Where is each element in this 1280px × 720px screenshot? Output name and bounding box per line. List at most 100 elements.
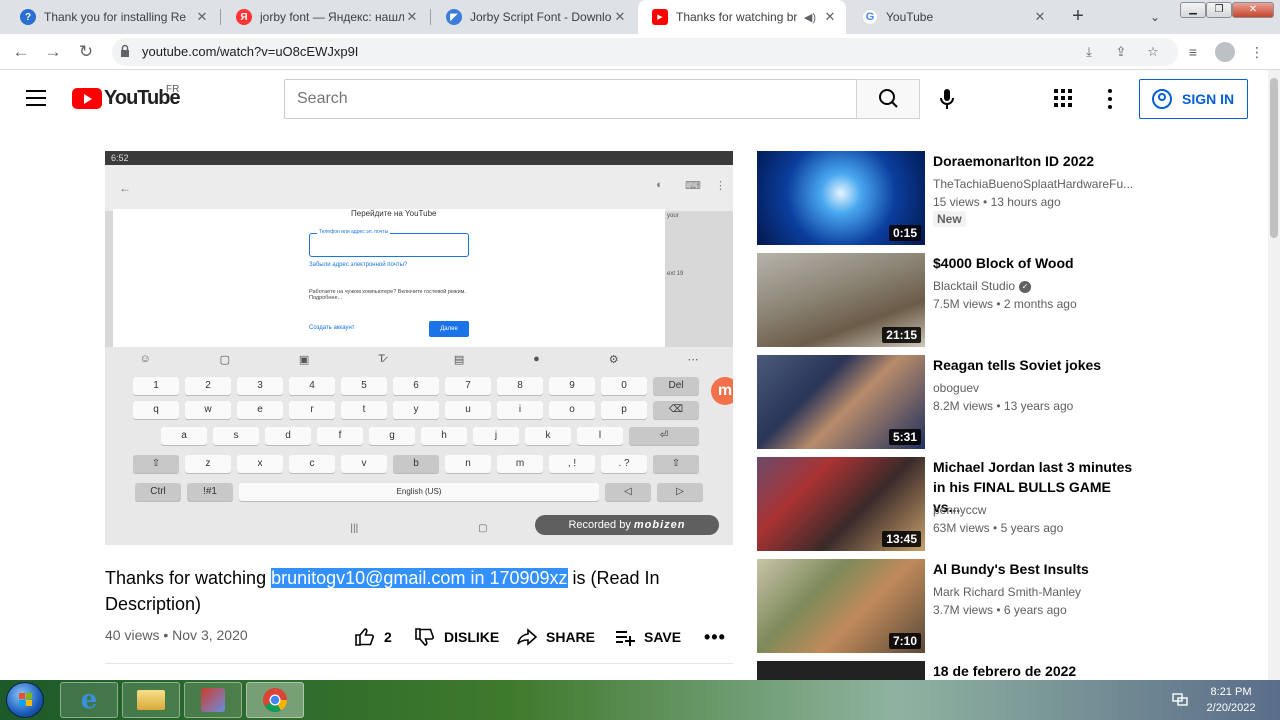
page-scrollbar[interactable] — [1268, 70, 1280, 680]
related-video[interactable]: 0:15 Doraemonarlton ID 2022 TheTachiaBue… — [757, 151, 1137, 245]
related-title[interactable]: $4000 Block of Wood — [933, 253, 1133, 273]
share-button[interactable]: SHARE — [516, 624, 595, 650]
channel-name[interactable]: pennyccw — [933, 503, 1133, 517]
sign-in-button[interactable]: SIGN IN — [1139, 79, 1248, 119]
speaker-icon[interactable]: ◀) — [804, 11, 816, 24]
phone-keyboard-icon: ⌨ — [685, 180, 701, 192]
keyboard-key: 4 — [289, 377, 335, 395]
profile-avatar-icon[interactable] — [1215, 42, 1235, 62]
channel-text: Blacktail Studio — [933, 279, 1016, 293]
like-button[interactable]: 2 — [354, 624, 392, 650]
keyboard-key: a — [161, 427, 207, 445]
taskbar-media-app[interactable] — [184, 682, 242, 718]
related-title[interactable]: Doraemonarlton ID 2022 — [933, 151, 1133, 171]
reload-icon[interactable]: ↻ — [74, 40, 98, 64]
share-page-icon[interactable]: ⇪ — [1112, 43, 1130, 61]
close-tab-icon[interactable]: ✕ — [822, 9, 838, 25]
translate-icon: T̷ — [378, 353, 385, 365]
reading-list-icon[interactable]: ≡ — [1183, 42, 1203, 62]
taskbar-file-explorer[interactable] — [122, 682, 180, 718]
browser-tab-active[interactable]: ▶ Thanks for watching br ◀) ✕ — [638, 0, 846, 34]
video-thumbnail[interactable]: 21:15 — [757, 253, 925, 347]
channel-name[interactable]: Blacktail Studio ✓ — [933, 279, 1133, 293]
tab-favicon-icon: ? — [20, 9, 36, 25]
related-title[interactable]: Al Bundy's Best Insults — [933, 559, 1133, 579]
related-video[interactable]: 18 de febrero de 2022 — [757, 661, 1137, 680]
start-button[interactable] — [6, 682, 44, 718]
keyboard-more-icon: ⋯ — [687, 353, 699, 366]
channel-name[interactable]: oboguev — [933, 381, 1133, 395]
network-icon[interactable] — [1172, 692, 1188, 706]
video-stats: 7.5M views • 2 months ago — [933, 297, 1077, 311]
youtube-favicon-icon: ▶ — [652, 9, 668, 25]
video-stats: 63M views • 5 years ago — [933, 521, 1064, 535]
taskbar-internet-explorer[interactable]: e — [60, 682, 118, 718]
channel-name[interactable]: Mark Richard Smith-Manley — [933, 585, 1133, 599]
restore-window-button[interactable]: ❐ — [1206, 2, 1232, 18]
browser-tab-1[interactable]: ? Thank you for installing Re ✕ — [6, 0, 218, 34]
related-title[interactable]: Reagan tells Soviet jokes — [933, 355, 1133, 375]
scrollbar-thumb[interactable] — [1270, 78, 1278, 238]
tab-separator — [430, 9, 431, 25]
video-thumbnail[interactable] — [757, 661, 925, 680]
new-tab-button[interactable]: + — [1066, 5, 1090, 29]
tab-separator — [220, 9, 221, 25]
taskbar-chrome[interactable] — [246, 682, 304, 718]
keyboard-row: q w e r t y u i o p ⌫ — [133, 401, 705, 419]
back-arrow-icon[interactable]: ← — [9, 40, 33, 64]
emoji-icon: ☺ — [139, 353, 151, 365]
youtube-logo[interactable]: YouTube — [72, 87, 181, 110]
phone-side-text: your — [667, 213, 679, 219]
more-horizontal-icon: ••• — [704, 626, 726, 647]
browser-tab-5[interactable]: G YouTube ✕ — [848, 0, 1056, 34]
search-button[interactable] — [856, 79, 920, 119]
system-clock[interactable]: 8:21 PM 2/20/2022 — [1196, 684, 1266, 716]
save-button[interactable]: SAVE — [614, 624, 681, 650]
chrome-menu-icon[interactable]: ⋮ — [1247, 42, 1267, 62]
related-video[interactable]: 21:15 $4000 Block of Wood Blacktail Stud… — [757, 253, 1137, 347]
video-thumbnail[interactable]: 13:45 — [757, 457, 925, 551]
microphone-icon[interactable] — [936, 88, 958, 110]
close-tab-icon[interactable]: ✕ — [1032, 9, 1048, 25]
hamburger-menu-icon[interactable] — [26, 90, 46, 106]
browser-tab-3[interactable]: ◤ Jorby Script Font - Downlo ✕ — [432, 0, 636, 34]
minimize-window-button[interactable]: ▁ — [1180, 2, 1206, 18]
tab-search-icon[interactable]: ⌄ — [1145, 7, 1165, 27]
forward-arrow-icon[interactable]: → — [41, 40, 65, 64]
related-video[interactable]: 13:45 Michael Jordan last 3 minutes in h… — [757, 457, 1137, 551]
video-stats: 3.7M views • 6 years ago — [933, 603, 1067, 617]
video-player[interactable]: 6:52 ← ◖ ⌨ ⋮ Перейдите на YouTube Телефо… — [105, 151, 733, 545]
video-thumbnail[interactable]: 7:10 — [757, 559, 925, 653]
close-tab-icon[interactable]: ✕ — [612, 9, 628, 25]
keyboard-toolbar: ☺ ▢ ▣ T̷ ▤ ● ⚙ ⋯ — [105, 347, 733, 371]
search-input[interactable] — [284, 79, 857, 119]
new-badge: New — [933, 211, 966, 227]
channel-name[interactable]: TheTachiaBuenoSplaatHardwareFu... — [933, 177, 1133, 191]
keyboard-key: x — [237, 455, 283, 473]
keyboard-key: i — [497, 401, 543, 419]
more-actions-button[interactable]: ••• — [704, 624, 726, 650]
keyboard-key: j — [473, 427, 519, 445]
bookmark-star-icon[interactable]: ☆ — [1144, 43, 1162, 61]
dislike-button[interactable]: DISLIKE — [414, 624, 499, 650]
apps-grid-icon[interactable] — [1054, 89, 1072, 107]
playlist-add-icon — [616, 631, 635, 646]
close-window-button[interactable]: ✕ — [1232, 2, 1274, 18]
related-video[interactable]: 5:31 Reagan tells Soviet jokes oboguev 8… — [757, 355, 1137, 449]
related-video[interactable]: 7:10 Al Bundy's Best Insults Mark Richar… — [757, 559, 1137, 653]
tab-favicon-icon: ◤ — [446, 9, 462, 25]
video-stats: 8.2M views • 13 years ago — [933, 399, 1074, 413]
video-thumbnail[interactable]: 0:15 — [757, 151, 925, 245]
keyboard-key: w — [185, 401, 231, 419]
video-thumbnail[interactable]: 5:31 — [757, 355, 925, 449]
video-duration: 5:31 — [888, 429, 921, 445]
settings-more-icon[interactable] — [1106, 89, 1114, 109]
save-label: SAVE — [644, 629, 682, 645]
related-title[interactable]: 18 de febrero de 2022 — [933, 661, 1133, 680]
browser-tab-2[interactable]: Я jorby font — Яндекс: нашл ✕ — [222, 0, 428, 34]
address-bar[interactable]: youtube.com/watch?v=uO8cEWJxp9I ⤓ ⇪ ☆ — [112, 38, 1178, 66]
close-tab-icon[interactable]: ✕ — [194, 9, 210, 25]
close-tab-icon[interactable]: ✕ — [404, 9, 420, 25]
internet-explorer-icon: e — [80, 685, 98, 715]
install-app-icon[interactable]: ⤓ — [1080, 43, 1098, 61]
